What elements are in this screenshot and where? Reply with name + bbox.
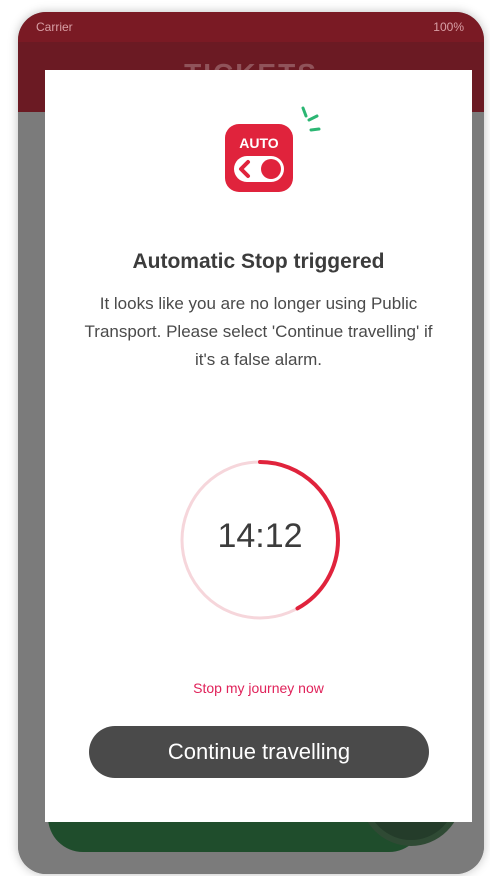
auto-badge-label: AUTO [239,135,279,151]
dialog-message: It looks like you are no longer using Pu… [84,294,433,369]
carrier-label: Carrier [36,20,73,34]
spark-line [307,114,319,122]
spark-line [301,106,308,118]
continue-travelling-button[interactable]: Continue travelling [89,726,429,778]
countdown-value: 14:12 [217,517,303,555]
toggle-knob [261,159,281,179]
battery-label: 100% [433,20,464,34]
auto-stop-icon: AUTO [225,106,321,192]
status-bar: Carrier 100% [18,12,484,42]
automatic-stop-dialog: AUTO Automatic Stop triggered It looks l… [45,70,472,822]
countdown-timer: 14:12 [175,455,345,625]
stop-journey-link[interactable]: Stop my journey now [45,680,472,696]
spark-line [309,127,321,132]
dialog-title: Automatic Stop triggered [132,250,385,273]
